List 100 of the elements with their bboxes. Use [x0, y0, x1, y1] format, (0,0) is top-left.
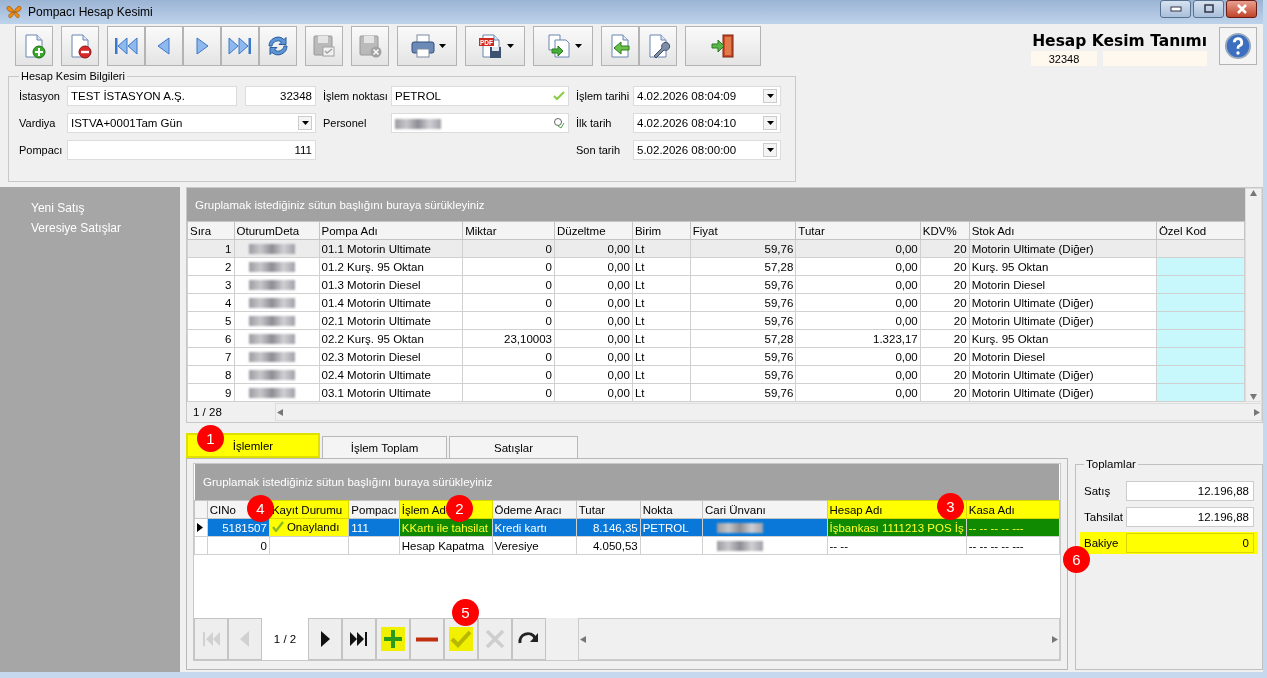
table-cell: 01.3 Motorin Diesel: [319, 275, 463, 294]
field-label: İşlem noktası: [323, 90, 389, 102]
table-cell: [348, 536, 400, 555]
text-field[interactable]: TEST İSTASYON A.Ş.: [67, 86, 237, 106]
table-cell: 0,00: [795, 275, 921, 294]
total-field: 0: [1126, 533, 1254, 553]
column-header[interactable]: Sıra: [187, 221, 234, 240]
dropdown-field[interactable]: 4.02.2026 08:04:10: [633, 113, 781, 133]
copy-button[interactable]: [533, 26, 593, 66]
scroll-right-icon[interactable]: [1254, 408, 1261, 416]
confirm-button[interactable]: [444, 618, 478, 660]
table-cell: 20: [920, 329, 970, 348]
table-row[interactable]: 7 02.3 Motorin Diesel 0 0,00 Lt 59,76 0,00 20 Motorin Diesel: [187, 347, 1245, 366]
last-button[interactable]: [342, 618, 376, 660]
column-header[interactable]: Fiyat: [690, 221, 796, 240]
dropdown-field[interactable]: 4.02.2026 08:04:09: [633, 86, 781, 106]
window-title: Pompacı Hesap Kesimi: [28, 5, 154, 19]
page-indicator: 1 / 2: [262, 618, 308, 660]
dropdown-field[interactable]: 5.02.2026 08:00:00: [633, 140, 781, 160]
table-cell: Motorin Ultimate (Diğer): [969, 365, 1157, 384]
vertical-scrollbar[interactable]: [1245, 188, 1262, 402]
table-cell: 4.050,53: [576, 536, 641, 555]
column-header[interactable]: Tutar: [795, 221, 921, 240]
table-cell: 0,00: [554, 257, 633, 276]
tab[interactable]: Satışlar: [449, 436, 578, 458]
column-header[interactable]: Birim: [632, 221, 691, 240]
dropdown-field[interactable]: ISTVA+0001Tam Gün: [67, 113, 316, 133]
column-header[interactable]: Kasa Adı: [966, 500, 1060, 519]
scroll-left-icon[interactable]: [579, 635, 586, 643]
group-title: Toplamlar: [1085, 458, 1137, 470]
table-row[interactable]: 6 02.2 Kurş. 95 Oktan 23,10003 0,00 Lt 57,28 1.323,17 20 Kurş. 95 Oktan: [187, 329, 1245, 348]
scroll-up-icon[interactable]: [1250, 189, 1257, 196]
field-label: İşlem tarihi: [576, 90, 631, 102]
column-header[interactable]: Nokta: [640, 500, 703, 519]
column-header[interactable]: Kayıt Durumu: [269, 500, 349, 519]
redo-button[interactable]: [512, 618, 546, 660]
column-header[interactable]: Özel Kod: [1156, 221, 1245, 240]
group-hint: Gruplamak istediğiniz sütun başlığını buraya sürükleyiniz: [195, 464, 1059, 500]
blurred-text: [248, 316, 295, 327]
table-cell: Motorin Ultimate (Diğer): [969, 383, 1157, 402]
table-cell: 23,10003: [462, 329, 555, 348]
table-cell: -- -- -- -- ---: [966, 536, 1060, 555]
prev-button[interactable]: [145, 26, 183, 66]
help-button[interactable]: [1219, 27, 1257, 65]
caret-icon: [301, 121, 309, 125]
table-cell: 59,76: [690, 365, 796, 384]
lookup-field[interactable]: [391, 113, 569, 133]
text-field[interactable]: 32348: [245, 86, 316, 106]
table-row[interactable]: 9 03.1 Motorin Ultimate 0 0,00 Lt 59,76 0,00 20 Motorin Ultimate (Diğer): [187, 383, 1245, 402]
tab[interactable]: İşlem Toplam: [322, 436, 447, 458]
column-header[interactable]: Düzeltme: [554, 221, 633, 240]
table-cell: 59,76: [690, 275, 796, 294]
column-header[interactable]: Cari Ünvanı: [702, 500, 827, 519]
table-cell: Motorin Ultimate (Diğer): [969, 293, 1157, 312]
print-button[interactable]: [397, 26, 457, 66]
import-button[interactable]: [601, 26, 639, 66]
scroll-right-icon[interactable]: [1052, 635, 1059, 643]
column-header[interactable]: Tutar: [576, 500, 641, 519]
column-header[interactable]: Stok Adı: [969, 221, 1157, 240]
table-row[interactable]: 2 01.2 Kurş. 95 Oktan 0 0,00 Lt 57,28 0,00 20 Kurş. 95 Oktan: [187, 257, 1245, 276]
text-field[interactable]: 111: [67, 140, 316, 160]
horizontal-scrollbar[interactable]: [275, 403, 1262, 421]
blurred-text: [395, 118, 441, 129]
table-row[interactable]: 5181507 Onaylandı 111 KKartı ile tahsilat Kredi kartı 8.146,35 PETROL İşbankası 1111213 POS İş -- -- -- -- ---: [194, 518, 1060, 537]
table-cell: 0,00: [795, 365, 921, 384]
table-row[interactable]: 0 Hesap Kapatma Veresiye 4.050,53 -- -- -- -- -- -- ---: [194, 536, 1060, 555]
table-cell: 59,76: [690, 347, 796, 366]
minimize-button[interactable]: [1160, 0, 1191, 18]
delete-button[interactable]: [61, 26, 99, 66]
table-cell: Hesap Kapatma: [399, 536, 492, 555]
column-header[interactable]: Miktar: [462, 221, 555, 240]
table-cell: 02.2 Kurş. 95 Oktan: [319, 329, 463, 348]
column-header[interactable]: Ödeme Aracı: [492, 500, 577, 519]
table-row[interactable]: 5 02.1 Motorin Ultimate 0 0,00 Lt 59,76 0,00 20 Motorin Ultimate (Diğer): [187, 311, 1245, 330]
table-row[interactable]: 8 02.4 Motorin Ultimate 0 0,00 Lt 59,76 0,00 20 Motorin Ultimate (Diğer): [187, 365, 1245, 384]
remove-button[interactable]: [410, 618, 444, 660]
refresh-button[interactable]: [259, 26, 297, 66]
table-row[interactable]: 1 01.1 Motorin Ultimate 0 0,00 Lt 59,76 0,00 20 Motorin Ultimate (Diğer): [187, 239, 1245, 258]
table-cell: Lt: [632, 311, 691, 330]
table-row[interactable]: 4 01.4 Motorin Ultimate 0 0,00 Lt 59,76 0,00 20 Motorin Ultimate (Diğer): [187, 293, 1245, 312]
first-button[interactable]: [107, 26, 145, 66]
column-header[interactable]: KDV%: [920, 221, 970, 240]
save-icon: [310, 32, 338, 60]
new-button[interactable]: [15, 26, 53, 66]
tools-button[interactable]: [639, 26, 677, 66]
caret-icon: [766, 148, 774, 152]
table-cell: Kurş. 95 Oktan: [969, 257, 1157, 276]
column-header[interactable]: Pompacı: [348, 500, 400, 519]
horizontal-scrollbar[interactable]: [578, 618, 1060, 660]
table-row[interactable]: 3 01.3 Motorin Diesel 0 0,00 Lt 59,76 0,00 20 Motorin Diesel: [187, 275, 1245, 294]
column-header[interactable]: OturumDeta: [234, 221, 320, 240]
scroll-left-icon[interactable]: [276, 408, 283, 416]
caret-icon: [574, 44, 582, 48]
lookup-field[interactable]: PETROL: [391, 86, 569, 106]
exit-button[interactable]: [685, 26, 761, 66]
table-cell: 0,00: [554, 293, 633, 312]
close-button[interactable]: [1226, 0, 1257, 18]
maximize-button[interactable]: [1193, 0, 1224, 18]
next-button[interactable]: [308, 618, 342, 660]
column-header[interactable]: Pompa Adı: [319, 221, 463, 240]
